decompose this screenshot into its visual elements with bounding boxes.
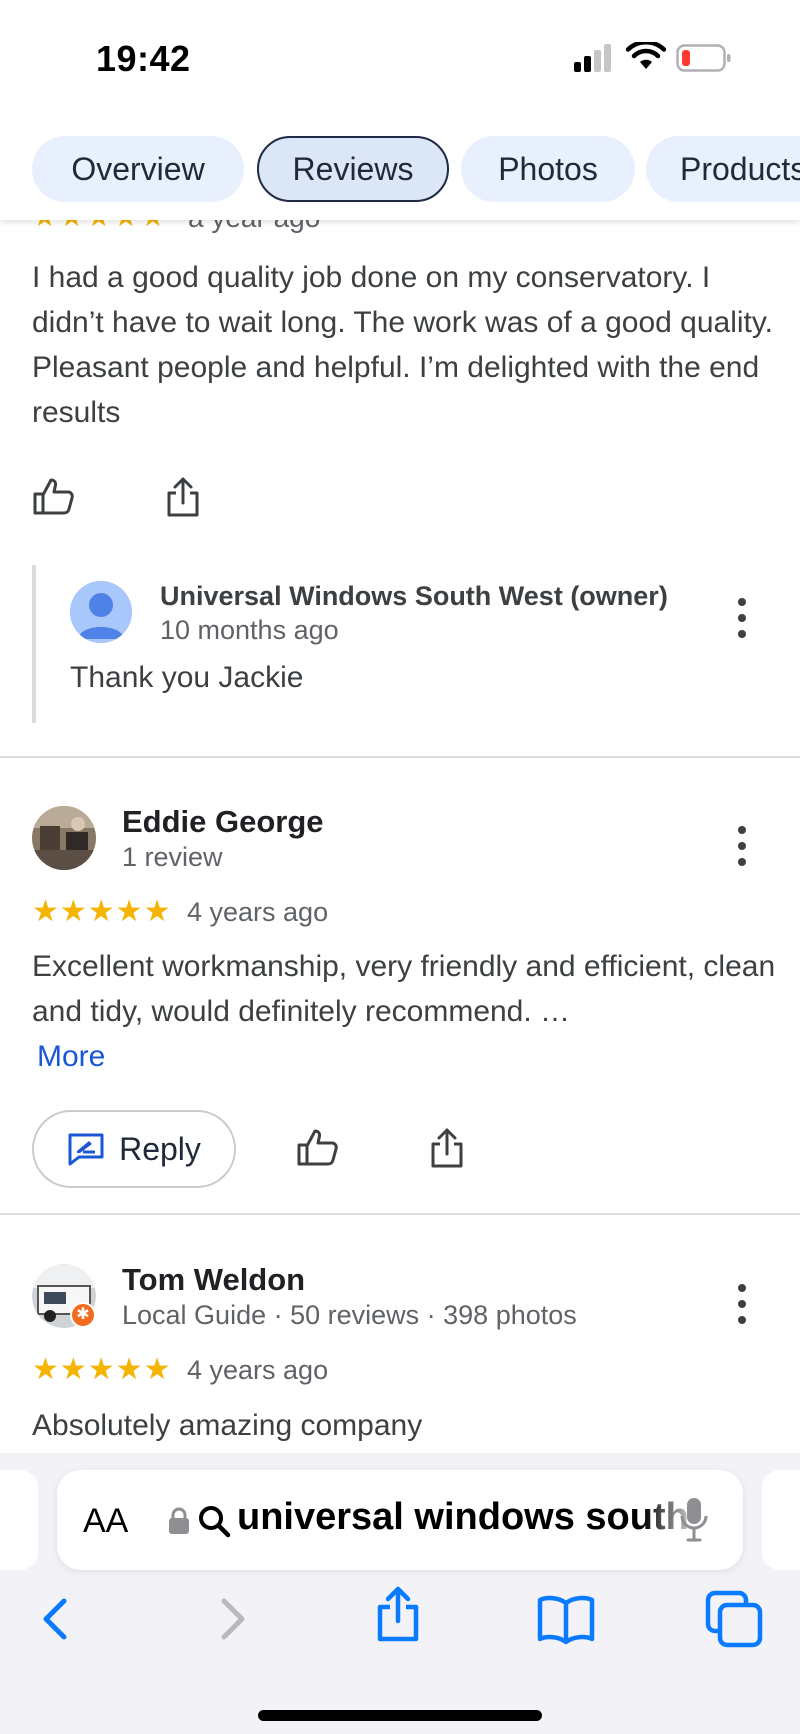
battery-icon [676, 44, 731, 72]
more-vert-icon[interactable] [732, 824, 752, 868]
review-text: Excellent workmanship, very friendly and… [32, 950, 776, 1028]
back-icon[interactable] [28, 1589, 88, 1649]
cellular-signal-icon [574, 44, 614, 72]
owner-reply-date: 10 months ago [160, 615, 339, 645]
tab-reviews[interactable]: Reviews [257, 136, 449, 202]
browser-toolbar: AA universal windows south west [0, 1453, 800, 1734]
reviews-list[interactable]: ★★★★★ a year ago I had a good quality jo… [0, 220, 800, 1453]
review-stars: ★★★★★ [32, 895, 172, 928]
text-size-label: AA [83, 1502, 129, 1540]
forward-icon[interactable] [200, 1589, 260, 1649]
review-text: Absolutely amazing company [32, 1409, 423, 1442]
more-link[interactable]: More [37, 1040, 105, 1074]
reviewer-avatar[interactable]: ✱ [32, 1264, 96, 1328]
reply-icon [68, 1133, 104, 1166]
home-indicator[interactable] [258, 1710, 542, 1721]
status-time: 19:42 [96, 38, 191, 79]
local-guide-badge-icon: ✱ [70, 1302, 96, 1328]
share-icon[interactable] [368, 1585, 428, 1645]
review-date: 4 years ago [187, 1355, 329, 1385]
thumbs-up-icon[interactable] [296, 1126, 340, 1170]
review-divider [0, 756, 800, 758]
place-tabs: Overview Reviews Photos Products [0, 118, 800, 220]
share-icon[interactable] [425, 1126, 469, 1170]
text-size-button[interactable]: AA [83, 1502, 128, 1541]
review-date: a year ago [188, 220, 320, 234]
bookmarks-icon[interactable] [536, 1589, 596, 1649]
wifi-icon [626, 42, 666, 69]
share-icon[interactable] [161, 475, 205, 519]
reviewer-meta: 1 review [122, 842, 223, 872]
review-stars: ★★★★★ [32, 220, 168, 233]
owner-response: Universal Windows South West (owner) 10 … [32, 565, 800, 723]
tabs-icon[interactable] [704, 1589, 764, 1649]
next-tab-preview[interactable] [762, 1470, 800, 1570]
owner-reply-text: Thank you Jackie [70, 661, 304, 694]
url-text[interactable]: universal windows south west [237, 1496, 697, 1539]
tab-products[interactable]: Products [646, 136, 800, 202]
reviewer-avatar[interactable] [32, 806, 96, 870]
previous-tab-preview[interactable] [0, 1470, 38, 1570]
owner-name: Universal Windows South West (owner) [160, 581, 668, 611]
more-vert-icon[interactable] [732, 596, 752, 640]
reply-label: Reply [119, 1130, 201, 1167]
tab-overview[interactable]: Overview [32, 136, 244, 202]
more-vert-icon[interactable] [732, 1282, 752, 1326]
reviewer-meta: Local Guide · 50 reviews · 398 photos [122, 1300, 577, 1330]
search-icon [199, 1506, 231, 1538]
tab-photos[interactable]: Photos [461, 136, 635, 202]
microphone-icon[interactable] [679, 1496, 709, 1544]
review-stars: ★★★★★ [32, 1353, 172, 1386]
address-bar[interactable]: AA universal windows south west [57, 1470, 743, 1570]
review-date: 4 years ago [187, 897, 329, 927]
thumbs-up-icon[interactable] [32, 475, 76, 519]
reply-button[interactable]: Reply [32, 1110, 236, 1188]
owner-avatar [70, 581, 132, 643]
review-text: I had a good quality job done on my cons… [32, 261, 773, 429]
reviewer-name[interactable]: Tom Weldon [122, 1262, 305, 1298]
reviewer-name[interactable]: Eddie George [122, 804, 324, 840]
lock-icon [169, 1507, 189, 1534]
review-divider [0, 1213, 800, 1215]
status-bar: 19:42 [0, 0, 800, 118]
